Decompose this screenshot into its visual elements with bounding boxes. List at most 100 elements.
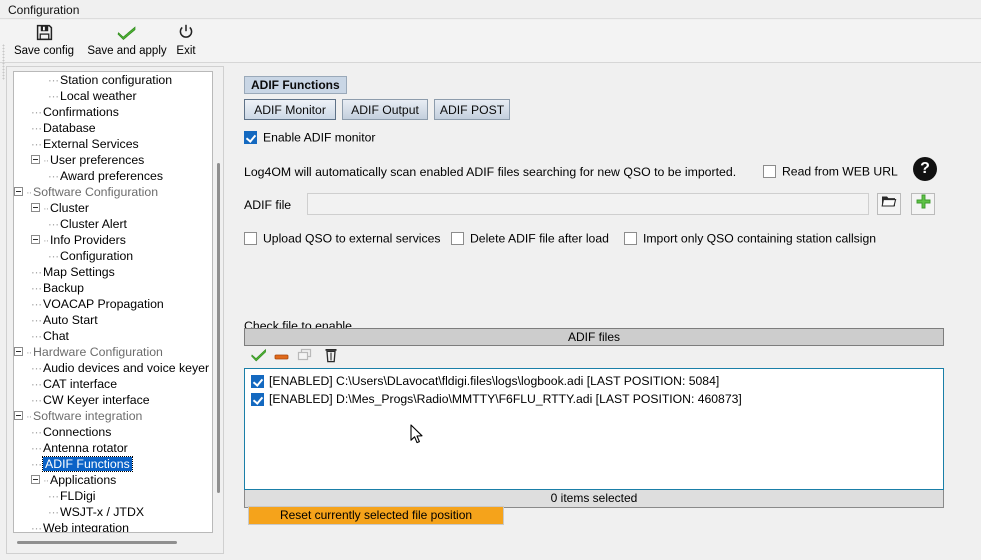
sidebar-item-cluster[interactable]: ·· Cluster bbox=[14, 200, 212, 216]
enable-check-icon[interactable] bbox=[250, 348, 268, 366]
sidebar-item-fldigi[interactable]: ⋯ FLDigi bbox=[14, 488, 212, 504]
list-item[interactable]: [ENABLED] D:\Mes_Progs\Radio\MMTTY\F6FLU… bbox=[245, 390, 943, 408]
sidebar-item-web-integration[interactable]: ⋯ Web integration bbox=[14, 520, 212, 532]
tree-connector: ⋯ bbox=[31, 362, 42, 375]
save-and-apply-button[interactable]: Save and apply bbox=[84, 22, 170, 62]
sidebar-item-station-configuration[interactable]: ⋯ Station configuration bbox=[14, 72, 212, 88]
sidebar-item-wsjt-x-jtdx[interactable]: ⋯ WSJT-x / JTDX bbox=[14, 504, 212, 520]
adif-files-list[interactable]: [ENABLED] C:\Users\DLavocat\fldigi.files… bbox=[244, 368, 944, 490]
sidebar-item-external-services[interactable]: ⋯ External Services bbox=[14, 136, 212, 152]
adif-file-label: ADIF file bbox=[244, 198, 292, 212]
tree-connector: ⋯ bbox=[48, 506, 59, 519]
list-item[interactable]: [ENABLED] C:\Users\DLavocat\fldigi.files… bbox=[245, 372, 943, 390]
sidebar-item-label: External Services bbox=[43, 137, 139, 151]
sidebar-item-map-settings[interactable]: ⋯ Map Settings bbox=[14, 264, 212, 280]
sidebar-item-antenna-rotator[interactable]: ⋯ Antenna rotator bbox=[14, 440, 212, 456]
tree-connector: ⋯ bbox=[31, 266, 42, 279]
configuration-tree-panel: ⋯ Station configuration ⋯ Local weather ⋯ Con… bbox=[6, 66, 224, 554]
sidebar-item-label: Backup bbox=[43, 281, 85, 295]
folder-icon bbox=[881, 196, 897, 211]
disable-minus-icon[interactable] bbox=[273, 348, 291, 366]
collapse-expander-icon[interactable] bbox=[14, 411, 23, 421]
sidebar-item-cluster-alert[interactable]: ⋯ Cluster Alert bbox=[14, 216, 212, 232]
sidebar-item-award-preferences[interactable]: ⋯ Award preferences bbox=[14, 168, 212, 184]
sidebar-item-confirmations[interactable]: ⋯ Confirmations bbox=[14, 104, 212, 120]
sidebar-item-label: Audio devices and voice keyer bbox=[43, 361, 210, 375]
save-config-label: Save config bbox=[13, 45, 75, 57]
collapse-expander-icon[interactable] bbox=[31, 155, 40, 165]
help-icon[interactable]: ? bbox=[913, 157, 937, 181]
read-from-web-url-checkbox[interactable] bbox=[763, 165, 776, 179]
sidebar-item-label: Map Settings bbox=[43, 265, 115, 279]
upload-qso-label: Upload QSO to external services bbox=[263, 231, 441, 246]
browse-folder-button[interactable] bbox=[877, 193, 901, 215]
sidebar-item-info-providers[interactable]: ·· Info Providers bbox=[14, 232, 212, 248]
trash-icon[interactable] bbox=[322, 348, 340, 366]
list-item-checkbox[interactable] bbox=[251, 374, 264, 388]
sidebar-item-user-preferences[interactable]: ·· User preferences bbox=[14, 152, 212, 168]
tree-connector: ⋯ bbox=[48, 490, 59, 503]
reset-file-position-button[interactable]: Reset currently selected file position bbox=[248, 506, 504, 525]
delete-adif-row[interactable]: Delete ADIF file after load bbox=[451, 231, 609, 246]
sidebar-item-audio-devices-and-voice-keyer[interactable]: ⋯ Audio devices and voice keyer bbox=[14, 360, 212, 376]
sidebar-item-configuration[interactable]: ⋯ Configuration bbox=[14, 248, 212, 264]
list-toolbar bbox=[244, 346, 944, 368]
exit-button[interactable]: Exit bbox=[172, 22, 200, 62]
enable-adif-monitor-row[interactable]: Enable ADIF monitor bbox=[244, 130, 375, 145]
tree-vertical-scrollbar[interactable] bbox=[217, 163, 220, 493]
tree-horizontal-scrollbar[interactable] bbox=[17, 541, 177, 544]
sidebar-item-label: WSJT-x / JTDX bbox=[60, 505, 145, 519]
adif-files-column-header: ADIF files bbox=[244, 328, 944, 346]
tab-adif-monitor[interactable]: ADIF Monitor bbox=[244, 99, 336, 120]
sidebar-item-applications[interactable]: ·· Applications bbox=[14, 472, 212, 488]
tree-connector: ⋯ bbox=[31, 378, 42, 391]
tree-connector: ⋯ bbox=[31, 330, 42, 343]
read-from-web-url-row[interactable]: Read from WEB URL bbox=[763, 164, 898, 179]
enable-adif-monitor-checkbox[interactable] bbox=[244, 131, 257, 145]
configuration-tree[interactable]: ⋯ Station configuration ⋯ Local weather ⋯ Con… bbox=[13, 71, 213, 533]
sidebar-item-label: Auto Start bbox=[43, 313, 98, 327]
delete-adif-checkbox[interactable] bbox=[451, 232, 464, 246]
list-item-label: [ENABLED] C:\Users\DLavocat\fldigi.files… bbox=[269, 374, 720, 388]
sidebar-item-adif-functions[interactable]: ⋯ ADIF Functions bbox=[14, 456, 212, 472]
sidebar-item-cat-interface[interactable]: ⋯ CAT interface bbox=[14, 376, 212, 392]
tree-connector: ⋯ bbox=[31, 282, 42, 295]
collapse-expander-icon[interactable] bbox=[31, 235, 40, 245]
list-item-checkbox[interactable] bbox=[251, 392, 264, 406]
monitor-description: Log4OM will automatically scan enabled A… bbox=[244, 165, 737, 179]
sidebar-item-voacap-propagation[interactable]: ⋯ VOACAP Propagation bbox=[14, 296, 212, 312]
sidebar-item-cw-keyer-interface[interactable]: ⋯ CW Keyer interface bbox=[14, 392, 212, 408]
sidebar-item-database[interactable]: ⋯ Database bbox=[14, 120, 212, 136]
save-config-button[interactable]: Save config bbox=[8, 22, 80, 62]
configuration-window: Configuration Save config Save and apply… bbox=[0, 0, 981, 560]
add-file-button[interactable] bbox=[911, 193, 935, 215]
adif-file-input[interactable] bbox=[307, 193, 869, 215]
sidebar-item-software-configuration[interactable]: ·· Software Configuration bbox=[14, 184, 212, 200]
sidebar-item-connections[interactable]: ⋯ Connections bbox=[14, 424, 212, 440]
collapse-expander-icon[interactable] bbox=[31, 203, 40, 213]
sidebar-item-chat[interactable]: ⋯ Chat bbox=[14, 328, 212, 344]
collapse-expander-icon[interactable] bbox=[14, 347, 23, 357]
import-station-callsign-checkbox[interactable] bbox=[624, 232, 637, 246]
tree-connector: ·· bbox=[26, 346, 32, 359]
collapse-expander-icon[interactable] bbox=[14, 187, 23, 197]
duplicate-icon bbox=[296, 348, 314, 366]
sidebar-item-auto-start[interactable]: ⋯ Auto Start bbox=[14, 312, 212, 328]
sidebar-item-software-integration[interactable]: ·· Software integration bbox=[14, 408, 212, 424]
upload-qso-checkbox[interactable] bbox=[244, 232, 257, 246]
tree-connector: ·· bbox=[43, 234, 49, 247]
sidebar-item-local-weather[interactable]: ⋯ Local weather bbox=[14, 88, 212, 104]
sidebar-item-label: Cluster Alert bbox=[60, 217, 127, 231]
import-station-callsign-label: Import only QSO containing station calls… bbox=[643, 231, 877, 246]
tree-connector: ⋯ bbox=[31, 442, 42, 455]
sidebar-item-label: Database bbox=[43, 121, 96, 135]
collapse-expander-icon[interactable] bbox=[31, 475, 40, 485]
sidebar-item-hardware-configuration[interactable]: ·· Hardware Configuration bbox=[14, 344, 212, 360]
tab-adif-post[interactable]: ADIF POST bbox=[434, 99, 510, 120]
sidebar-item-backup[interactable]: ⋯ Backup bbox=[14, 280, 212, 296]
tab-adif-output[interactable]: ADIF Output bbox=[342, 99, 428, 120]
green-check-icon bbox=[84, 24, 170, 44]
upload-qso-row[interactable]: Upload QSO to external services bbox=[244, 231, 440, 246]
tree-connector: ⋯ bbox=[48, 250, 59, 263]
import-station-callsign-row[interactable]: Import only QSO containing station calls… bbox=[624, 231, 876, 246]
